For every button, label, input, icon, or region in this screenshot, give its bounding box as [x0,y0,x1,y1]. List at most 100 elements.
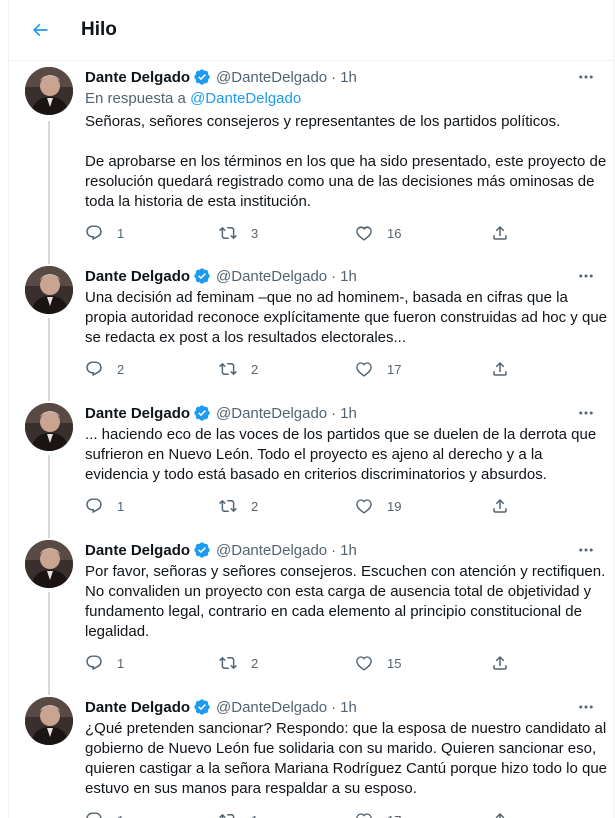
verified-badge-icon [193,404,211,422]
reply-button[interactable]: 1 [85,811,124,818]
tweet[interactable]: Dante Delgado @DanteDelgado · 1h Una dec… [9,260,613,397]
avatar[interactable] [25,540,73,588]
reply-count: 1 [117,225,125,241]
reply-icon [86,361,102,377]
like-button[interactable]: 16 [355,224,401,242]
tweet-paragraph: Señoras, señores consejeros y representa… [85,113,561,130]
reply-icon [86,498,102,514]
share-icon [493,655,507,670]
retweet-button[interactable]: 2 [219,654,258,672]
tweet-header: Dante Delgado @DanteDelgado · 1h [85,696,601,718]
share-button[interactable] [491,224,509,242]
author-name[interactable]: Dante Delgado [85,405,190,422]
separator-dot: · [331,267,337,285]
heart-icon [356,656,372,671]
like-button[interactable]: 17 [355,811,401,818]
tweet-paragraph: De aprobarse en los términos en los que … [85,153,607,210]
like-count: 16 [387,225,402,241]
reply-icon [86,655,102,671]
tweet-text: Por favor, señoras y señores consejeros.… [85,562,609,642]
tweet[interactable]: Dante Delgado @DanteDelgado · 1h En resp… [9,61,613,260]
thread-line [48,534,50,538]
more-options-icon[interactable] [575,265,597,287]
more-options-icon[interactable] [575,539,597,561]
retweet-icon [219,656,237,670]
thread-line [48,592,50,691]
thread-header: Hilo [9,0,613,61]
author-name[interactable]: Dante Delgado [85,542,190,559]
tweet-timestamp[interactable]: 1h [340,405,357,422]
reply-count: 1 [117,655,125,671]
tweet-header: Dante Delgado @DanteDelgado · 1h [85,66,601,88]
reply-button[interactable]: 1 [85,654,124,672]
separator-dot: · [331,404,337,422]
tweet-header: Dante Delgado @DanteDelgado · 1h [85,402,601,424]
retweet-count: 1 [251,813,258,818]
thread-line [48,260,50,264]
tweet-timestamp[interactable]: 1h [340,69,357,86]
share-button[interactable] [491,654,509,672]
avatar[interactable] [25,403,73,451]
thread-line [48,121,50,260]
share-button[interactable] [491,360,509,378]
reply-to-label: En respuesta a [85,90,186,107]
share-icon [493,498,507,513]
tweet-paragraph: Una decisión ad feminam –que no ad homin… [85,289,608,346]
author-handle[interactable]: @DanteDelgado [216,699,327,716]
author-handle[interactable]: @DanteDelgado [216,542,327,559]
like-count: 15 [387,655,402,671]
retweet-icon [219,362,237,376]
avatar[interactable] [25,697,73,745]
tweet-paragraph: Por favor, señoras y señores consejeros.… [85,563,606,640]
reply-button[interactable]: 1 [85,497,124,515]
retweet-icon [219,226,237,240]
author-name[interactable]: Dante Delgado [85,699,190,716]
reply-to-handle-link[interactable]: @DanteDelgado [190,90,301,107]
retweet-button[interactable]: 2 [219,497,258,515]
separator-dot: · [331,68,337,86]
author-name[interactable]: Dante Delgado [85,268,190,285]
more-options-icon[interactable] [575,696,597,718]
like-count: 17 [387,361,402,377]
separator-dot: · [331,698,337,716]
back-button[interactable] [21,11,59,49]
author-handle[interactable]: @DanteDelgado [216,405,327,422]
tweet-text: Señoras, señores consejeros y representa… [85,112,609,212]
reply-button[interactable]: 1 [85,224,124,242]
more-options-icon[interactable] [575,66,597,88]
reply-count: 2 [117,361,125,377]
author-name[interactable]: Dante Delgado [85,69,190,86]
retweet-count: 3 [251,225,259,241]
tweet-timestamp[interactable]: 1h [340,699,357,716]
author-handle[interactable]: @DanteDelgado [216,69,327,86]
avatar[interactable] [25,67,73,115]
tweet[interactable]: Dante Delgado @DanteDelgado · 1h ¿Qué pr… [9,691,613,818]
retweet-button[interactable]: 1 [219,811,258,818]
reply-button[interactable]: 2 [85,360,124,378]
retweet-button[interactable]: 3 [219,224,258,242]
retweet-button[interactable]: 2 [219,360,258,378]
retweet-icon [219,813,235,818]
like-button[interactable]: 19 [355,497,401,515]
more-options-icon[interactable] [575,402,597,424]
tweet-paragraph: ... haciendo eco de las voces de los par… [85,426,597,483]
arrow-left-icon [32,23,48,37]
share-button[interactable] [491,497,509,515]
tweet-text: Una decisión ad feminam –que no ad homin… [85,288,609,348]
like-button[interactable]: 17 [355,360,401,378]
like-button[interactable]: 15 [355,654,401,672]
tweet[interactable]: Dante Delgado @DanteDelgado · 1h Por fav… [9,534,613,691]
retweet-count: 2 [251,361,259,377]
tweet-timestamp[interactable]: 1h [340,268,357,285]
thread-line [48,318,50,397]
thread-line [48,455,50,534]
separator-dot: · [331,541,337,559]
share-button[interactable] [491,811,509,818]
thread-panel: Hilo Dante Delgado @DanteDelgado · 1h En… [8,0,614,818]
author-handle[interactable]: @DanteDelgado [216,268,327,285]
tweet-timestamp[interactable]: 1h [340,542,357,559]
share-icon [493,361,507,376]
avatar[interactable] [25,266,73,314]
tweet[interactable]: Dante Delgado @DanteDelgado · 1h ... hac… [9,397,613,534]
verified-badge-icon [193,698,211,716]
